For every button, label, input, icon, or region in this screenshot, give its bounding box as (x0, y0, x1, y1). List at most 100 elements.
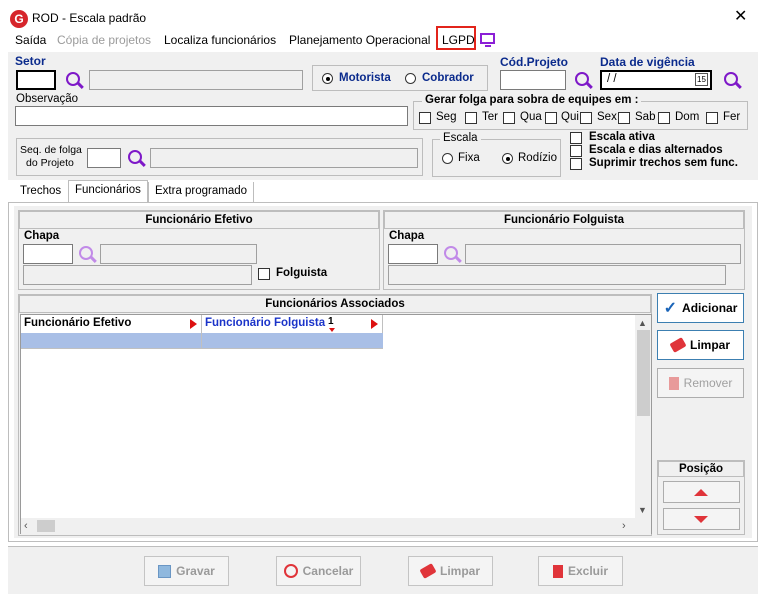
gravar-label: Gravar (176, 564, 215, 578)
scroll-corner (635, 518, 651, 534)
col-folguista-header[interactable]: Funcionário Folguista (202, 315, 383, 333)
observacao-input[interactable] (15, 106, 408, 126)
eraser-icon (419, 563, 437, 579)
day-dom-checkbox[interactable] (658, 112, 670, 124)
vertical-scroll-thumb[interactable] (637, 330, 650, 416)
gerar-folga-label: Gerar folga para sobra de equipes em : (422, 94, 642, 106)
limpar-label: Limpar (439, 564, 480, 578)
day-seg-checkbox[interactable] (419, 112, 431, 124)
seq-folga-label-2: do Projeto (26, 157, 74, 169)
data-vigencia-search-icon[interactable] (724, 72, 738, 86)
monitor-icon[interactable] (480, 33, 495, 47)
rodizio-label: Rodízio (518, 152, 557, 164)
seq-folga-input[interactable] (87, 148, 121, 168)
horizontal-scrollbar[interactable] (21, 518, 635, 534)
col-efetivo-header[interactable]: Funcionário Efetivo (21, 315, 202, 333)
menu-planejamento-operacional[interactable]: Planejamento Operacional (289, 33, 430, 47)
menu-copia-projetos: Cópia de projetos (57, 33, 152, 47)
efetivo-chapa-input[interactable] (23, 244, 73, 264)
folguista-chapa-input[interactable] (388, 244, 438, 264)
limpar-grid-label: Limpar (689, 338, 730, 352)
tab-extra-programado[interactable]: Extra programado (148, 182, 255, 202)
rodizio-radio[interactable] (502, 153, 513, 164)
adicionar-label: Adicionar (682, 301, 738, 315)
col-folguista-label: Funcionário Folguista (205, 317, 326, 329)
table-row-selected[interactable] (21, 333, 383, 349)
gravar-button[interactable]: Gravar (144, 556, 229, 586)
limpar-grid-button[interactable]: Limpar (657, 330, 744, 360)
day-seg-label: Seg (436, 111, 457, 123)
scroll-up-icon[interactable]: ▲ (638, 318, 647, 328)
cancelar-label: Cancelar (302, 564, 354, 578)
day-qua-label: Qua (520, 111, 542, 123)
limpar-button[interactable]: Limpar (408, 556, 493, 586)
day-sab-label: Sab (635, 111, 656, 123)
escala-ativa-label: Escala ativa (589, 131, 655, 143)
escala-label: Escala (440, 132, 481, 144)
cod-projeto-input[interactable] (500, 70, 566, 90)
setor-label: Setor (15, 54, 46, 68)
seq-folga-name-field (150, 148, 418, 168)
sort-index: 1 (328, 316, 334, 327)
suprimir-checkbox[interactable] (570, 158, 582, 170)
cobrador-label: Cobrador (422, 72, 474, 84)
day-dom-label: Dom (675, 111, 700, 123)
calendar-icon[interactable]: 15 (695, 73, 708, 86)
suprimir-label: Suprimir trechos sem func. (589, 157, 738, 169)
scroll-left-icon[interactable]: ‹ (24, 520, 28, 532)
setor-search-icon[interactable] (66, 72, 80, 86)
setor-name-field (89, 70, 303, 90)
cobrador-radio[interactable] (405, 73, 416, 84)
tab-funcionarios[interactable]: Funcionários (68, 180, 148, 203)
arrow-up-icon (694, 489, 708, 496)
folguista-search-icon[interactable] (444, 246, 458, 260)
cancelar-button[interactable]: Cancelar (276, 556, 361, 586)
efetivo-chapa-label: Chapa (24, 230, 60, 242)
efetivo-search-icon[interactable] (79, 246, 93, 260)
day-sex-label: Sex (597, 111, 617, 123)
efetivo-title: Funcionário Efetivo (19, 211, 379, 229)
day-qua-checkbox[interactable] (503, 112, 515, 124)
arrow-down-icon (694, 516, 708, 523)
folguista-chapa-label: Chapa (389, 230, 425, 242)
day-sab-checkbox[interactable] (618, 112, 630, 124)
scroll-right-icon[interactable]: › (622, 520, 626, 532)
motorista-radio[interactable] (322, 73, 333, 84)
cancel-icon (283, 564, 298, 578)
horizontal-scroll-thumb[interactable] (37, 520, 55, 532)
trash-icon (552, 564, 563, 578)
data-vigencia-value: / / (607, 73, 617, 85)
excluir-label: Excluir (567, 564, 609, 578)
observacao-label: Observação (16, 93, 79, 105)
folguista-name-field (465, 244, 741, 264)
close-icon[interactable]: ✕ (734, 8, 747, 26)
day-ter-checkbox[interactable] (465, 112, 477, 124)
seq-folga-search-icon[interactable] (128, 150, 142, 164)
folguista-title: Funcionário Folguista (384, 211, 744, 229)
menu-localiza-funcionarios[interactable]: Localiza funcionários (164, 33, 276, 47)
setor-code-input[interactable] (16, 70, 56, 90)
adicionar-button[interactable]: ✓ Adicionar (657, 293, 744, 323)
posicao-title: Posição (658, 461, 744, 477)
cod-projeto-search-icon[interactable] (575, 72, 589, 86)
col-efetivo-label: Funcionário Efetivo (24, 317, 132, 329)
cod-projeto-label: Cód.Projeto (500, 55, 568, 69)
day-ter-label: Ter (482, 111, 498, 123)
day-qui-checkbox[interactable] (545, 112, 557, 124)
excluir-button[interactable]: Excluir (538, 556, 623, 586)
row-divider (201, 333, 202, 349)
folguista-checkbox[interactable] (258, 268, 270, 280)
tab-trechos[interactable]: Trechos (14, 182, 67, 202)
eraser-icon (669, 337, 687, 353)
escala-ativa-checkbox[interactable] (570, 132, 582, 144)
fixa-radio[interactable] (442, 153, 453, 164)
scroll-down-icon[interactable]: ▼ (638, 505, 647, 515)
menu-lgpd[interactable]: LGPD (442, 33, 475, 47)
day-sex-checkbox[interactable] (580, 112, 592, 124)
day-fer-checkbox[interactable] (706, 112, 718, 124)
associados-title: Funcionários Associados (19, 295, 651, 313)
col-folguista-indicator-icon (371, 319, 378, 329)
remover-button[interactable]: Remover (657, 368, 744, 398)
menu-saida[interactable]: Saída (15, 33, 46, 47)
escala-dias-checkbox[interactable] (570, 145, 582, 157)
